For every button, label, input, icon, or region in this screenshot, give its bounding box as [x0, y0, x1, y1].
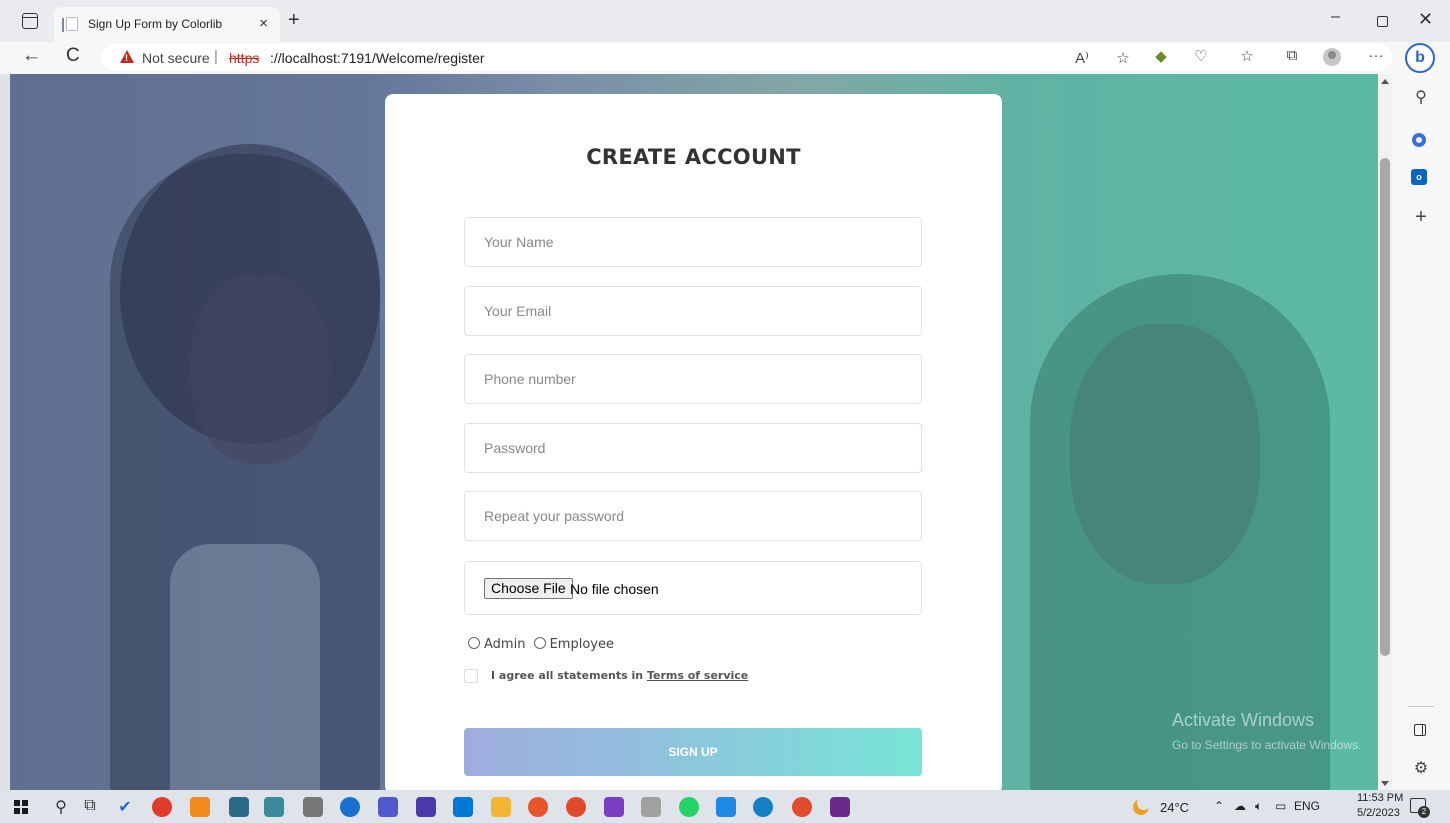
file-upload-field: Choose File No file chosen [464, 561, 922, 615]
admin-radio[interactable] [468, 637, 480, 649]
repeat-password-input[interactable] [465, 492, 921, 540]
scroll-down-arrow-icon[interactable] [1381, 781, 1389, 786]
language-indicator[interactable]: ENG [1294, 799, 1320, 813]
jetbrains-icon[interactable] [416, 797, 436, 817]
scroll-up-arrow-icon[interactable] [1381, 79, 1389, 84]
choose-file-button[interactable]: Choose File [484, 578, 573, 599]
bing-copilot-icon[interactable]: b [1405, 43, 1435, 73]
password-input[interactable] [465, 424, 921, 472]
browser-essentials-icon[interactable]: ♡ [1190, 47, 1212, 65]
warning-icon[interactable] [120, 50, 134, 63]
snipping-icon[interactable] [264, 797, 284, 817]
task-view-icon[interactable]: ⧉ [79, 797, 101, 815]
sidebar-copilot-icon[interactable] [1412, 133, 1426, 147]
employee-radio[interactable] [533, 637, 546, 649]
app-icon-15[interactable] [641, 797, 661, 817]
vscode-icon[interactable] [716, 797, 736, 817]
visual-studio-icon[interactable] [604, 797, 624, 817]
weather-moon-icon[interactable] [1133, 796, 1151, 815]
activate-windows-title: Activate Windows [1172, 710, 1315, 730]
chrome-icon-2[interactable] [792, 797, 812, 817]
app-icon-7[interactable] [340, 797, 360, 817]
onedrive-icon[interactable]: ☁ [1234, 799, 1246, 813]
edge-icon[interactable] [753, 797, 773, 817]
url-path: ://localhost:7191/Welcome/register [270, 50, 485, 66]
xampp-icon[interactable] [190, 797, 210, 817]
sidebar-search-icon[interactable]: ⚲ [1392, 87, 1450, 107]
favorite-star-icon[interactable]: ☆ [1112, 49, 1134, 67]
extension-icon[interactable]: ◆ [1150, 47, 1172, 65]
minimize-icon[interactable]: – [1331, 8, 1340, 26]
repeat-password-field[interactable] [464, 491, 922, 541]
taskbar-search-icon[interactable]: ⚲ [50, 797, 72, 817]
tab-strip: Sign Up Form by Colorlib × + – ✕ [0, 0, 1450, 42]
clock-time[interactable]: 11:53 PM [1357, 792, 1403, 804]
windows-taskbar: ⚲ ⧉ ✔ 24°C ⌃ ☁ 🔈︎ ▭ ENG 11:53 PM 5/2/202… [0, 790, 1450, 823]
password-field[interactable] [464, 423, 922, 473]
email-input[interactable] [465, 287, 921, 335]
name-input[interactable] [465, 218, 921, 266]
more-options-icon[interactable]: ··· [1365, 47, 1387, 64]
url-scheme: https [229, 50, 260, 66]
store-icon[interactable] [229, 797, 249, 817]
app-icon-10[interactable] [453, 797, 473, 817]
url-separator: | [214, 48, 218, 65]
volume-icon[interactable]: 🔈︎ [1255, 799, 1262, 814]
new-tab-icon[interactable]: + [288, 9, 300, 32]
file-explorer-icon[interactable] [491, 797, 511, 817]
battery-icon[interactable]: ▭ [1275, 799, 1286, 813]
activate-windows-subtitle: Go to Settings to activate Windows. [1172, 738, 1362, 752]
weather-temperature[interactable]: 24°C [1160, 800, 1189, 815]
tab-title: Sign Up Form by Colorlib [88, 17, 223, 31]
terms-of-service-link[interactable]: Terms of service [647, 669, 748, 682]
collections-icon[interactable]: ⧉ [1281, 47, 1303, 64]
file-status: No file chosen [570, 581, 659, 597]
active-tab[interactable]: Sign Up Form by Colorlib × [54, 7, 280, 42]
admin-label[interactable]: Admin [484, 637, 525, 652]
page-title: CREATE ACCOUNT [586, 145, 801, 169]
sidebar-divider [1408, 706, 1434, 707]
security-label[interactable]: Not secure [142, 50, 210, 66]
notification-count: 2 [1418, 806, 1430, 818]
agree-checkbox[interactable] [464, 669, 478, 683]
windows-start-icon[interactable] [14, 800, 28, 814]
page-favicon-icon [62, 17, 78, 32]
sidebar-settings-icon[interactable]: ⚙ [1392, 758, 1450, 778]
maximize-icon[interactable] [1377, 16, 1388, 27]
sidebar-panel-icon[interactable] [1414, 724, 1426, 736]
teams-icon[interactable] [378, 797, 398, 817]
refresh-icon[interactable]: C [66, 45, 80, 67]
email-field[interactable] [464, 286, 922, 336]
phone-field[interactable] [464, 354, 922, 404]
scroll-thumb[interactable] [1380, 158, 1390, 656]
edge-sidebar: ⚲ o + ⚙ [1392, 74, 1450, 790]
firefox-icon[interactable] [528, 797, 548, 817]
whatsapp-icon[interactable] [679, 797, 699, 817]
role-selector: Admin Employee [468, 637, 618, 655]
employee-label[interactable]: Employee [550, 637, 614, 652]
favorites-list-icon[interactable]: ☆ [1236, 47, 1258, 65]
tab-actions-icon[interactable] [22, 13, 38, 29]
terminal-icon[interactable] [830, 797, 850, 817]
sign-up-button[interactable]: SIGN UP [464, 728, 922, 776]
window-close-icon[interactable]: ✕ [1418, 9, 1433, 30]
name-field[interactable] [464, 217, 922, 267]
back-icon[interactable]: ← [22, 45, 41, 67]
profile-avatar-icon[interactable] [1323, 48, 1341, 66]
agree-text: I agree all statements in [491, 669, 647, 682]
close-tab-icon[interactable]: × [259, 15, 268, 32]
chrome-icon[interactable] [566, 797, 586, 817]
power-app-icon[interactable] [152, 797, 172, 817]
clock-date[interactable]: 5/2/2023 [1357, 807, 1400, 819]
agree-label: I agree all statements in Terms of servi… [491, 669, 748, 682]
phone-input[interactable] [465, 355, 921, 403]
app-icon-6[interactable] [303, 797, 323, 817]
sidebar-add-icon[interactable]: + [1392, 206, 1450, 229]
signup-card: CREATE ACCOUNT Choose File No file chose… [385, 94, 1002, 794]
read-aloud-icon[interactable]: A⁾ [1071, 49, 1093, 67]
tray-chevron-icon[interactable]: ⌃ [1214, 799, 1224, 813]
sidebar-outlook-icon[interactable]: o [1411, 169, 1427, 185]
todo-icon[interactable]: ✔ [114, 797, 136, 817]
browser-toolbar: ← C Not secure | https ://localhost:7191… [0, 42, 1450, 74]
